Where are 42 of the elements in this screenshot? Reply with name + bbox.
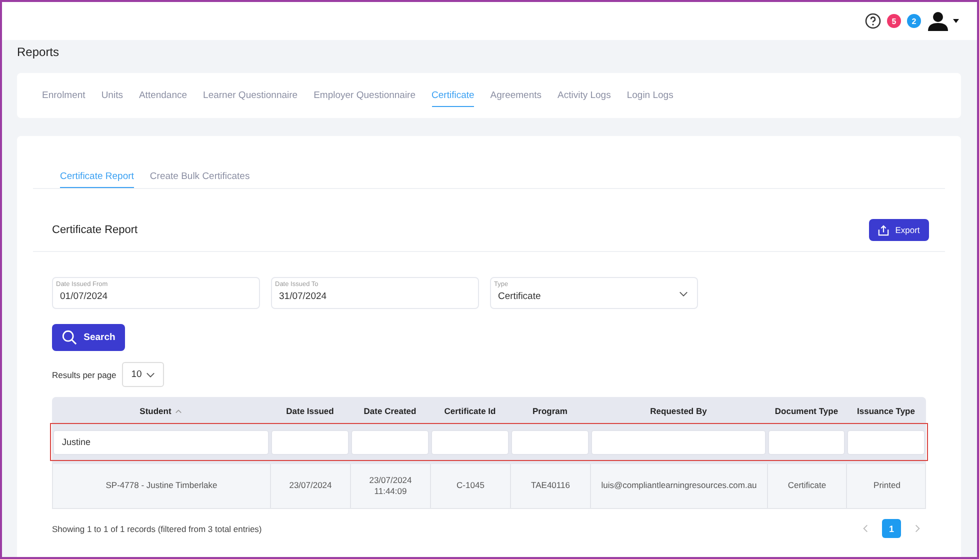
- table-cell: SP-4778 - Justine Timberlake: [53, 464, 271, 508]
- user-avatar-icon[interactable]: [927, 11, 949, 31]
- report-title: Certificate Report: [52, 224, 138, 236]
- next-page-icon[interactable]: [915, 524, 920, 533]
- column-header[interactable]: Issuance Type: [846, 406, 926, 416]
- table-info: Showing 1 to 1 of 1 records (filtered from 3 total entries): [52, 524, 262, 534]
- table-cell: 23/07/2024: [271, 464, 351, 508]
- column-filter-field[interactable]: [847, 430, 925, 454]
- column-header[interactable]: Student: [52, 406, 270, 416]
- search-button[interactable]: Search: [52, 324, 125, 351]
- results-per-page-select[interactable]: 10: [122, 362, 164, 387]
- column-header[interactable]: Document Type: [767, 406, 846, 416]
- sort-ascending-icon: [175, 408, 182, 414]
- column-header[interactable]: Requested By: [590, 406, 767, 416]
- column-filter-field[interactable]: [511, 430, 589, 454]
- previous-page-icon[interactable]: [863, 524, 868, 533]
- table-cell: TAE40116: [511, 464, 591, 508]
- column-header[interactable]: Certificate Id: [430, 406, 510, 416]
- column-filter-field[interactable]: [591, 430, 766, 454]
- notification-badge[interactable]: 5: [887, 14, 901, 28]
- help-icon[interactable]: [865, 13, 881, 29]
- column-filter-field[interactable]: [351, 430, 429, 454]
- table-cell: Certificate: [768, 464, 847, 508]
- column-filter-field[interactable]: [271, 430, 349, 454]
- table-cell-text: Printed: [872, 479, 902, 492]
- column-filter-field[interactable]: Justine: [53, 430, 269, 454]
- table-cell: C-1045: [431, 464, 511, 508]
- column-filter-field[interactable]: [768, 430, 845, 454]
- table-cell: 23/07/2024 11:44:09: [351, 464, 431, 508]
- column-header[interactable]: Date Issued: [270, 406, 350, 416]
- upload-icon: [878, 224, 890, 236]
- export-button[interactable]: Export: [869, 219, 929, 241]
- chevron-down-icon: [146, 372, 156, 378]
- page-title: Reports: [17, 44, 60, 61]
- column-filter-field[interactable]: [431, 430, 509, 454]
- search-icon: [62, 330, 77, 345]
- results-per-page-label: Results per page: [52, 370, 116, 380]
- column-header[interactable]: Date Created: [350, 406, 430, 416]
- caret-icon[interactable]: [953, 19, 959, 23]
- chevron-down-icon: [679, 291, 688, 297]
- column-header[interactable]: Program: [510, 406, 590, 416]
- table-cell: luis@compliantlearningresources.com.au: [591, 464, 768, 508]
